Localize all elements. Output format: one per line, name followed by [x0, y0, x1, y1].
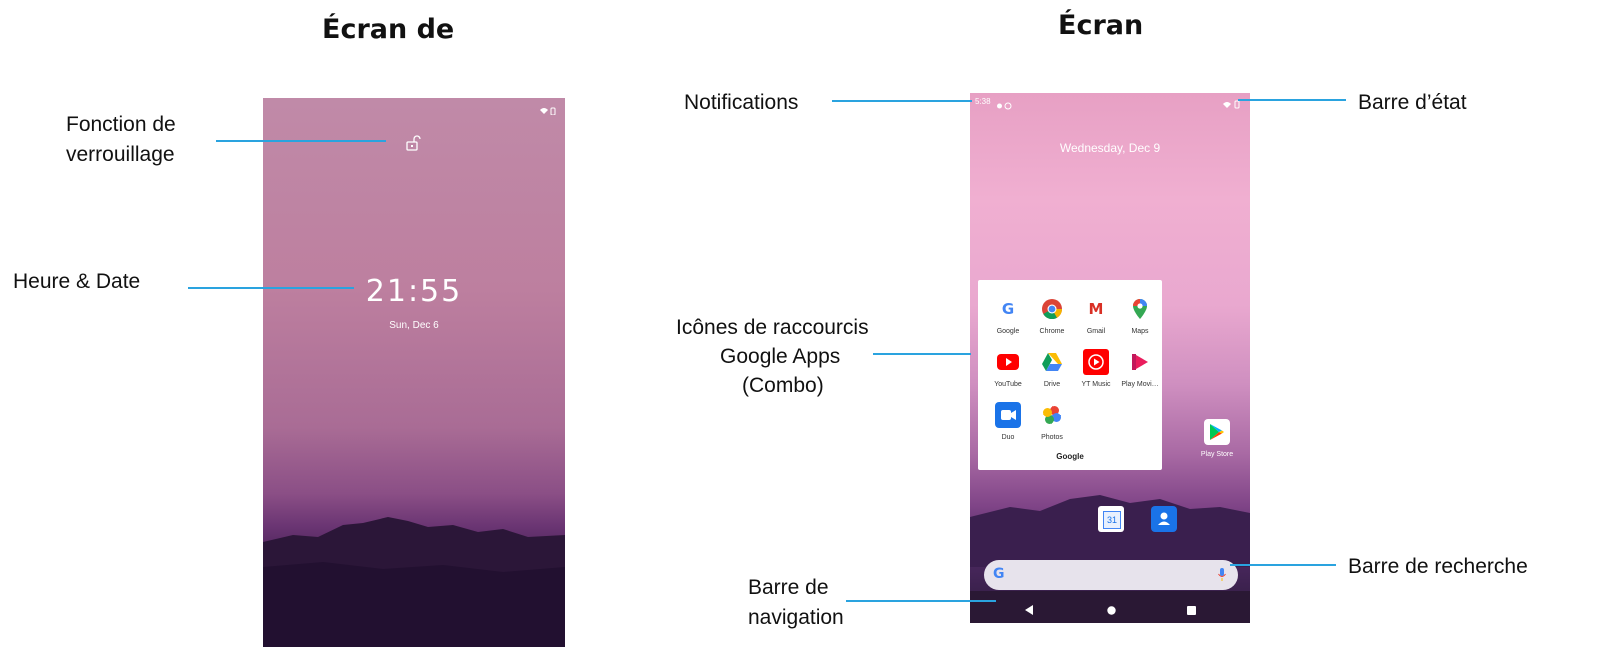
callout-search-bar: Barre de recherche	[1348, 555, 1528, 578]
callout-line-time	[188, 287, 354, 289]
recents-icon[interactable]	[1187, 602, 1196, 620]
play-movies-icon	[1127, 349, 1153, 375]
lock-screen-title: Écran de	[322, 14, 455, 45]
app-play-store[interactable]: Play Store	[1195, 419, 1239, 458]
photos-icon	[1039, 402, 1065, 428]
google-icon: G	[1001, 300, 1015, 318]
status-icons	[539, 102, 557, 120]
app-duo[interactable]: Duo	[986, 402, 1030, 441]
callout-line-shortcuts	[873, 353, 971, 355]
navigation-bar	[970, 591, 1250, 623]
contacts-icon[interactable]	[1151, 506, 1177, 532]
unlock-icon[interactable]	[405, 135, 421, 156]
maps-icon	[1127, 296, 1153, 322]
app-maps[interactable]: Maps	[1118, 296, 1162, 335]
callout-lock-function-1: Fonction de	[66, 113, 176, 136]
callout-notifications: Notifications	[684, 91, 799, 114]
mountain-silhouette	[263, 517, 565, 647]
callout-status-bar: Barre d’état	[1358, 91, 1467, 114]
callout-navigation-1: Barre de	[748, 576, 829, 599]
callout-line-notifications	[832, 100, 972, 102]
app-drive[interactable]: Drive	[1030, 349, 1074, 388]
callout-line-status	[1238, 99, 1346, 101]
home-screen: 5:38 Wednesday, Dec 9 G Google Chrome M …	[970, 93, 1250, 623]
google-apps-folder[interactable]: G Google Chrome M Gmail Maps YouTube Dri…	[978, 280, 1162, 470]
app-google[interactable]: G Google	[986, 296, 1030, 335]
chrome-icon	[1039, 296, 1065, 322]
home-screen-title: Écran	[1058, 10, 1144, 41]
callout-line-search	[1230, 564, 1336, 566]
callout-navigation-2: navigation	[748, 606, 844, 629]
app-chrome[interactable]: Chrome	[1030, 296, 1074, 335]
app-gmail[interactable]: M Gmail	[1074, 296, 1118, 335]
lock-date: Sun, Dec 6	[389, 320, 439, 331]
play-store-icon	[1204, 419, 1230, 445]
duo-icon	[995, 402, 1021, 428]
yt-music-icon	[1083, 349, 1109, 375]
status-time: 5:38	[975, 97, 991, 106]
callout-line-navigation	[846, 600, 996, 602]
callout-line-lock	[216, 140, 386, 142]
app-play-movies[interactable]: Play Movi…	[1118, 349, 1162, 388]
callout-shortcuts-2: Google Apps	[720, 345, 841, 368]
callout-shortcuts-1: Icônes de raccourcis	[676, 316, 869, 339]
app-yt-music[interactable]: YT Music	[1074, 349, 1118, 388]
callout-time-date: Heure & Date	[13, 270, 141, 293]
drive-icon	[1039, 349, 1065, 375]
home-icon[interactable]	[1107, 602, 1116, 620]
lock-time: 21:55	[365, 274, 463, 309]
search-bar[interactable]: G	[984, 560, 1238, 590]
app-youtube[interactable]: YouTube	[986, 349, 1030, 388]
mic-icon[interactable]	[1218, 568, 1226, 587]
folder-name: Google	[1056, 452, 1084, 461]
youtube-icon	[995, 349, 1021, 375]
home-date: Wednesday, Dec 9	[1059, 141, 1161, 155]
calendar-icon[interactable]: 31	[1098, 506, 1124, 532]
callout-lock-function-2: verrouillage	[66, 143, 175, 166]
lock-screen: 21:55 Sun, Dec 6	[263, 98, 565, 647]
google-g-icon: G	[993, 566, 1005, 582]
settings-notification-icon	[996, 97, 1014, 115]
callout-shortcuts-3: (Combo)	[742, 374, 824, 397]
back-icon[interactable]	[1025, 602, 1034, 620]
app-photos[interactable]: Photos	[1030, 402, 1074, 441]
gmail-icon: M	[1088, 300, 1104, 318]
